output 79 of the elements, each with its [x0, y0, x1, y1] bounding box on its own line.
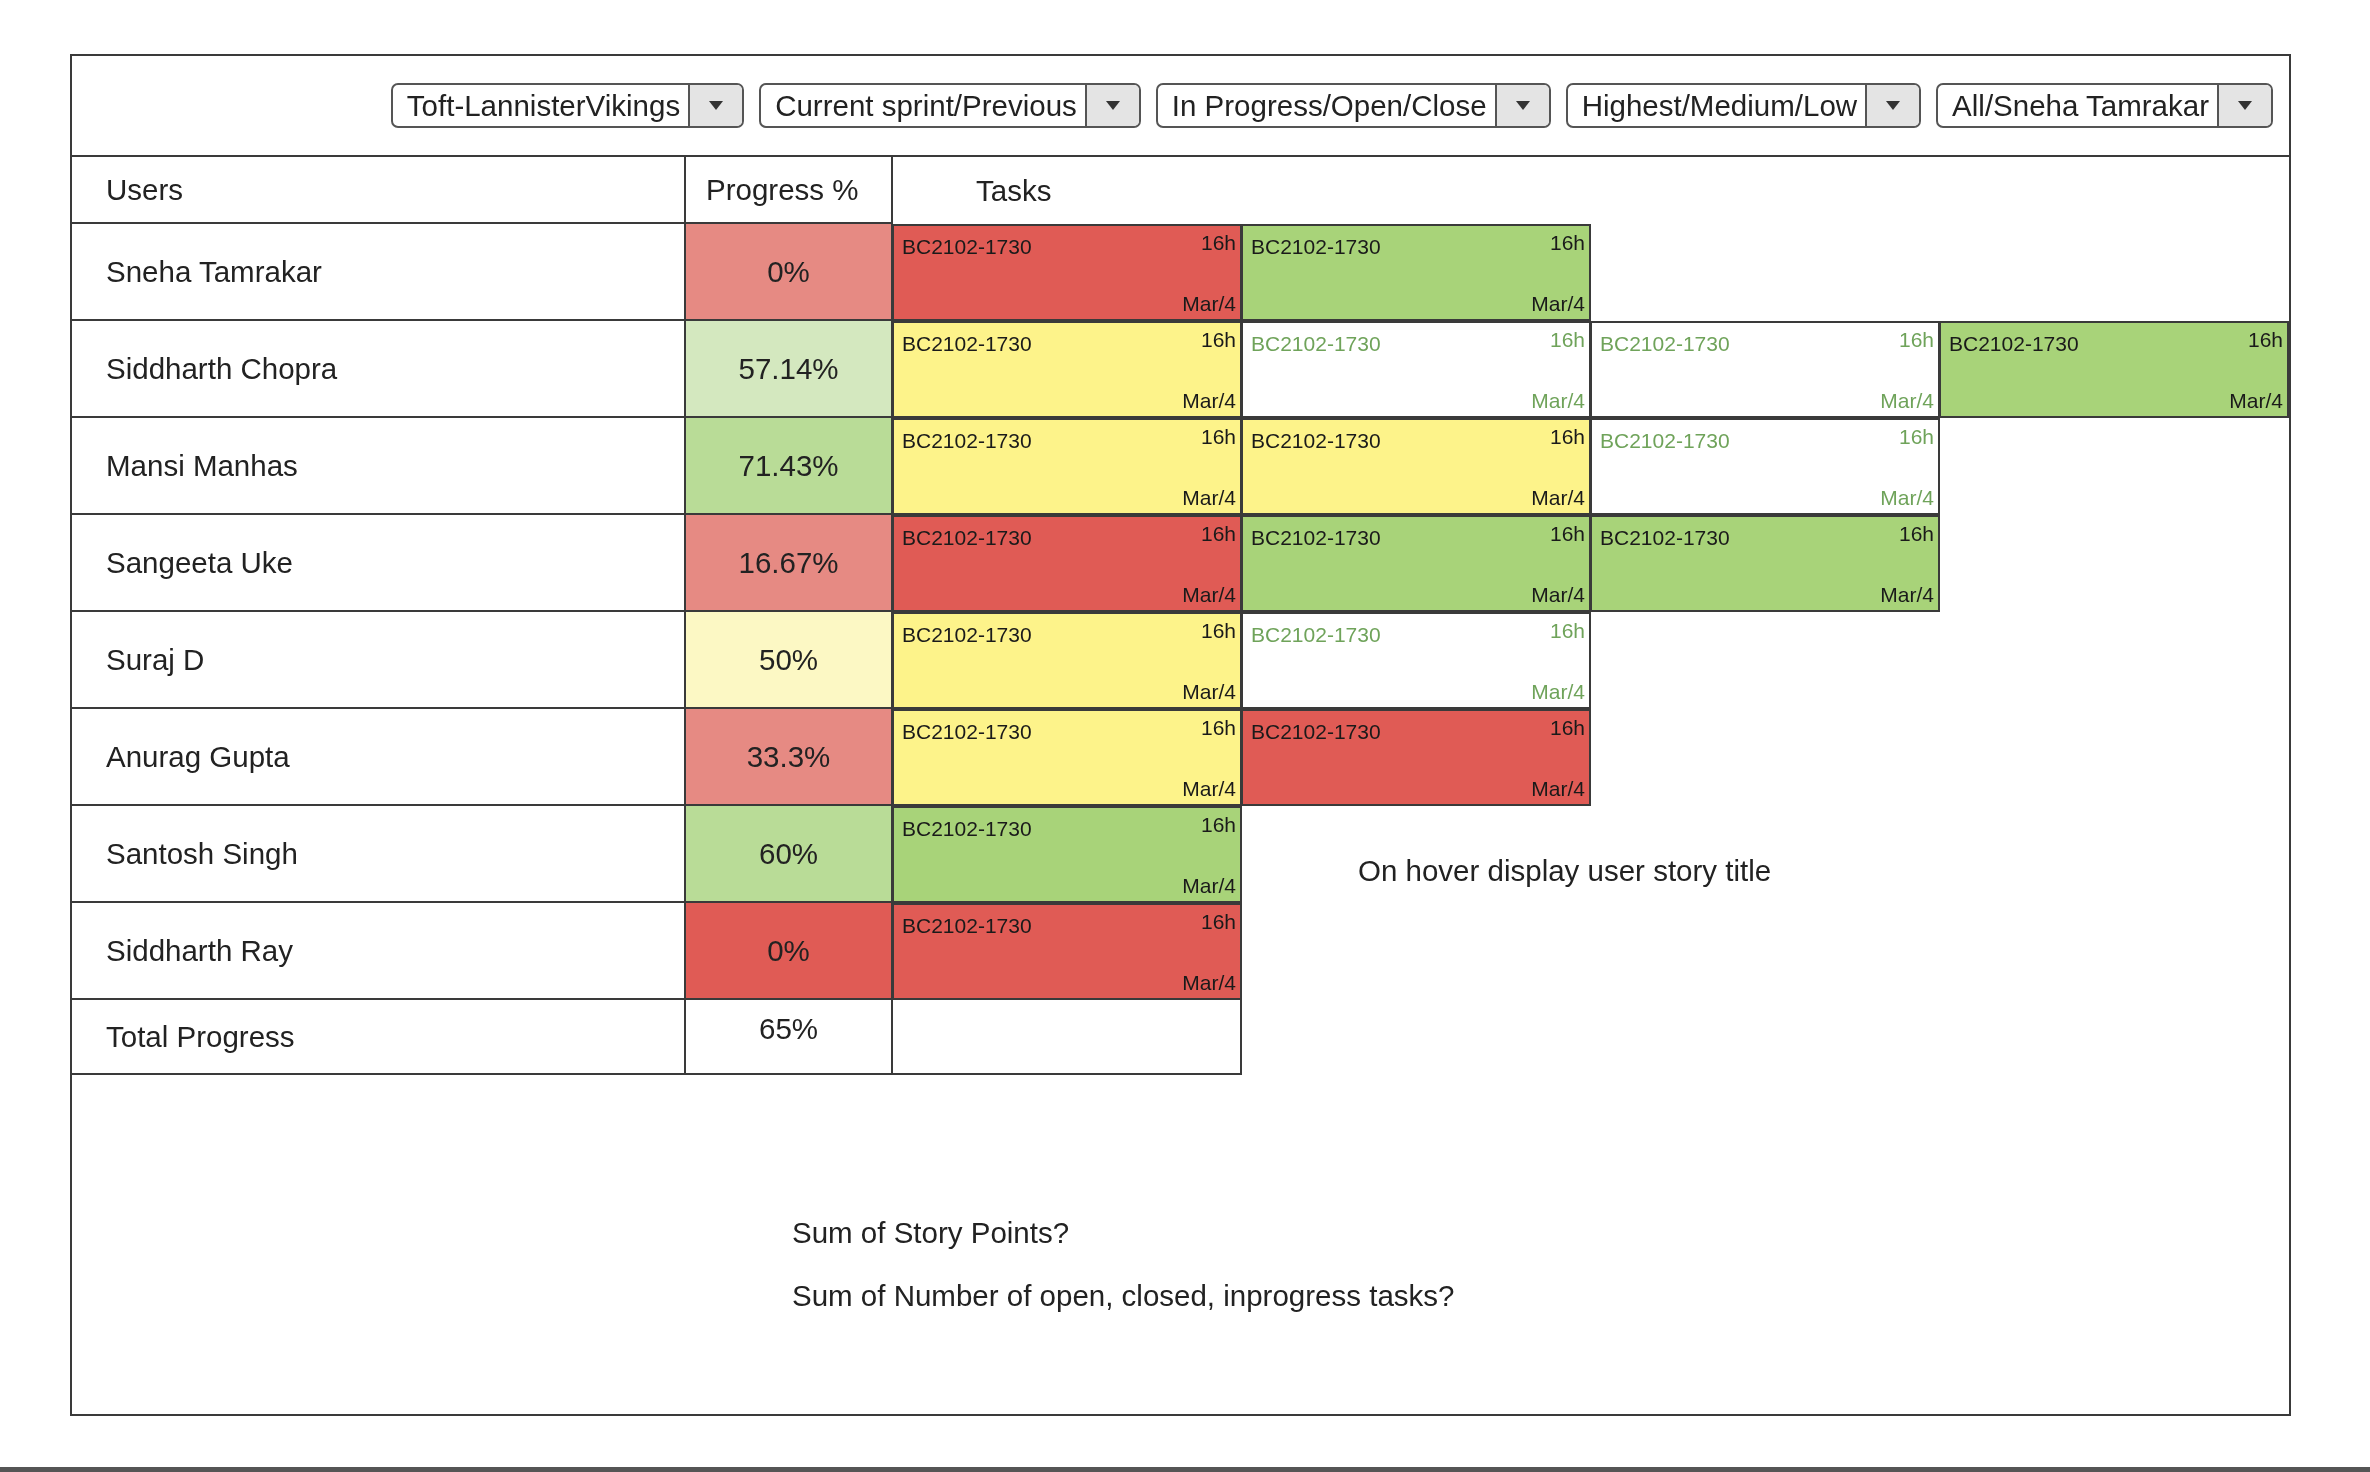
task-hours: 16h: [1549, 716, 1585, 740]
note-text: Sum of Number of open, closed, inprogress tasks?: [792, 1279, 1455, 1313]
column-header: Users: [72, 157, 686, 224]
note-text: Sum of Story Points?: [792, 1216, 1070, 1250]
task-date: Mar/4: [1531, 389, 1585, 413]
task-date: Mar/4: [1531, 777, 1585, 801]
task-id: BC2102-1730: [902, 331, 1032, 356]
progress-percent: 16.67%: [686, 515, 893, 612]
caret-icon: [1084, 85, 1139, 126]
task-id: BC2102-1730: [1251, 525, 1381, 550]
task-date: Mar/4: [1182, 971, 1236, 995]
task-hours: 16h: [1549, 328, 1585, 352]
task-hours: 16h: [1898, 522, 1934, 546]
caret-icon: [2217, 85, 2271, 126]
task-date: Mar/4: [2229, 389, 2283, 413]
caret-icon: [688, 85, 743, 126]
task-id: BC2102-1730: [902, 525, 1032, 550]
task-date: Mar/4: [1531, 486, 1585, 510]
task-id: BC2102-1730: [1251, 234, 1381, 259]
task-hours: 16h: [1549, 425, 1585, 449]
task-date: Mar/4: [1880, 389, 1934, 413]
task-date: Mar/4: [1182, 583, 1236, 607]
progress-percent: 50%: [686, 612, 893, 709]
task-id: BC2102-1730: [1600, 428, 1730, 453]
progress-percent: 0%: [686, 903, 893, 1000]
task-hours: 16h: [1200, 716, 1236, 740]
task-id: BC2102-1730: [902, 719, 1032, 744]
task-date: Mar/4: [1531, 583, 1585, 607]
task-id: BC2102-1730: [1600, 331, 1730, 356]
total-progress: 65%: [686, 1000, 893, 1075]
task-date: Mar/4: [1182, 680, 1236, 704]
progress-percent: 71.43%: [686, 418, 893, 515]
task-id: BC2102-1730: [1949, 331, 2079, 356]
caret-icon: [1494, 85, 1549, 126]
hover-note: On hover display user story title: [1358, 854, 1772, 888]
filter-dropdown[interactable]: In Progress/Open/Close: [1155, 83, 1551, 128]
task-id: BC2102-1730: [902, 234, 1032, 259]
task-id: BC2102-1730: [1251, 331, 1381, 356]
task-id: BC2102-1730: [1251, 719, 1381, 744]
task-hours: 16h: [1898, 328, 1934, 352]
task-date: Mar/4: [1531, 680, 1585, 704]
task-id: BC2102-1730: [1600, 525, 1730, 550]
task-id: BC2102-1730: [1251, 622, 1381, 647]
task-hours: 16h: [1549, 231, 1585, 255]
progress-percent: 33.3%: [686, 709, 893, 806]
task-date: Mar/4: [1880, 583, 1934, 607]
task-id: BC2102-1730: [902, 622, 1032, 647]
task-id: BC2102-1730: [902, 816, 1032, 841]
task-hours: 16h: [1549, 522, 1585, 546]
task-date: Mar/4: [1182, 292, 1236, 316]
task-date: Mar/4: [1182, 777, 1236, 801]
task-hours: 16h: [2247, 328, 2283, 352]
task-hours: 16h: [1200, 813, 1236, 837]
task-id: BC2102-1730: [902, 913, 1032, 938]
task-id: BC2102-1730: [902, 428, 1032, 453]
progress-percent: 57.14%: [686, 321, 893, 418]
task-hours: 16h: [1898, 425, 1934, 449]
task-date: Mar/4: [1880, 486, 1934, 510]
filter-dropdown[interactable]: All/Sneha Tamrakar: [1936, 83, 2273, 128]
progress-percent: 60%: [686, 806, 893, 903]
task-date: Mar/4: [1182, 486, 1236, 510]
total-label: Total Progress: [72, 1000, 686, 1075]
task-hours: 16h: [1200, 425, 1236, 449]
filter-dropdown[interactable]: Toft-LannisterVikings: [390, 83, 745, 128]
task-hours: 16h: [1200, 910, 1236, 934]
filter-dropdown[interactable]: Current sprint/Previous: [759, 83, 1141, 128]
progress-percent: 0%: [686, 224, 893, 321]
task-hours: 16h: [1549, 619, 1585, 643]
task-date: Mar/4: [1531, 292, 1585, 316]
task-hours: 16h: [1200, 231, 1236, 255]
task-date: Mar/4: [1182, 389, 1236, 413]
task-id: BC2102-1730: [1251, 428, 1381, 453]
task-hours: 16h: [1200, 328, 1236, 352]
filter-dropdown[interactable]: Highest/Medium/Low: [1565, 83, 1922, 128]
task-date: Mar/4: [1182, 874, 1236, 898]
task-hours: 16h: [1200, 619, 1236, 643]
column-header: Tasks: [975, 172, 1053, 209]
caret-icon: [1865, 85, 1920, 126]
task-hours: 16h: [1200, 522, 1236, 546]
